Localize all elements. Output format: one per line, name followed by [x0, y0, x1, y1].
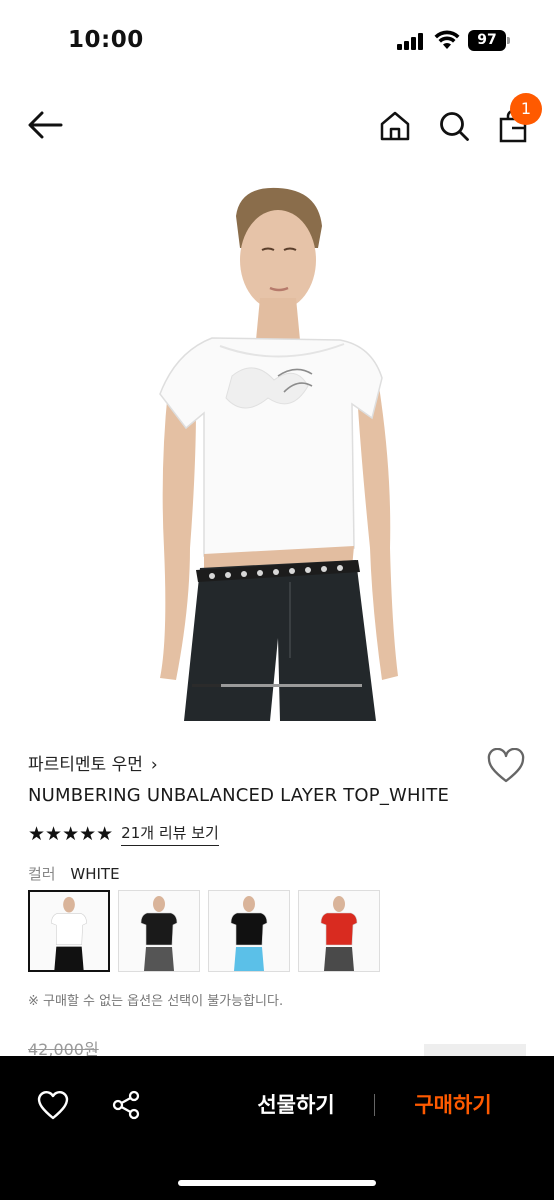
- cellular-signal-icon: [397, 33, 427, 50]
- color-swatch-red-gray[interactable]: [298, 890, 380, 972]
- product-image[interactable]: [0, 168, 554, 721]
- swatch-thumbnail: [51, 896, 87, 970]
- review-link[interactable]: 21개 리뷰 보기: [121, 822, 219, 846]
- top-nav-bar: [0, 92, 554, 162]
- home-indicator: [178, 1180, 376, 1186]
- battery-level: 97: [468, 30, 506, 51]
- rating-row: ★★★★★ 21개 리뷰 보기: [28, 822, 219, 846]
- option-notice: ※ 구매할 수 없는 옵션은 선택이 불가능합니다.: [28, 994, 284, 1009]
- color-swatch-white[interactable]: [28, 890, 110, 972]
- swatch-thumbnail: [140, 896, 178, 971]
- color-swatch-black-gray[interactable]: [118, 890, 200, 972]
- cart-count-badge: 1: [510, 93, 542, 125]
- swatch-thumbnail: [230, 896, 268, 971]
- share-icon[interactable]: [110, 1089, 142, 1121]
- chevron-right-icon: ›: [150, 755, 158, 775]
- color-swatch-black-blue[interactable]: [208, 890, 290, 972]
- model-photo: [159, 187, 398, 721]
- search-icon[interactable]: [438, 110, 470, 142]
- bottom-action-bar: [0, 1056, 554, 1200]
- swatch-thumbnail: [320, 896, 358, 971]
- home-icon[interactable]: [379, 110, 411, 142]
- discount-tag: [424, 1044, 526, 1056]
- gift-button[interactable]: 선물하기: [236, 1088, 356, 1122]
- heart-outline-icon[interactable]: [36, 1088, 70, 1122]
- brand-name: 파르티멘토 우먼: [28, 755, 143, 775]
- button-divider: [374, 1094, 375, 1116]
- color-option-row: 컬러 WHITE: [28, 863, 120, 884]
- buy-button[interactable]: 구매하기: [394, 1088, 512, 1122]
- gallery-progress-track: [192, 684, 362, 687]
- rating-stars: ★★★★★: [28, 823, 114, 845]
- selected-color: WHITE: [70, 865, 120, 883]
- gallery-progress-fill: [192, 684, 221, 687]
- status-bar: 10:00 97: [0, 0, 554, 84]
- status-time: 10:00: [68, 27, 144, 53]
- battery-tip: [507, 37, 510, 44]
- color-swatches: [28, 890, 388, 972]
- heart-outline-icon[interactable]: [487, 748, 525, 784]
- arrow-left-icon[interactable]: [26, 110, 64, 140]
- product-name: NUMBERING UNBALANCED LAYER TOP_WHITE: [28, 785, 450, 806]
- color-label: 컬러: [28, 865, 56, 883]
- brand-link[interactable]: 파르티멘토 우먼 ›: [28, 750, 158, 775]
- wifi-icon: [434, 30, 460, 49]
